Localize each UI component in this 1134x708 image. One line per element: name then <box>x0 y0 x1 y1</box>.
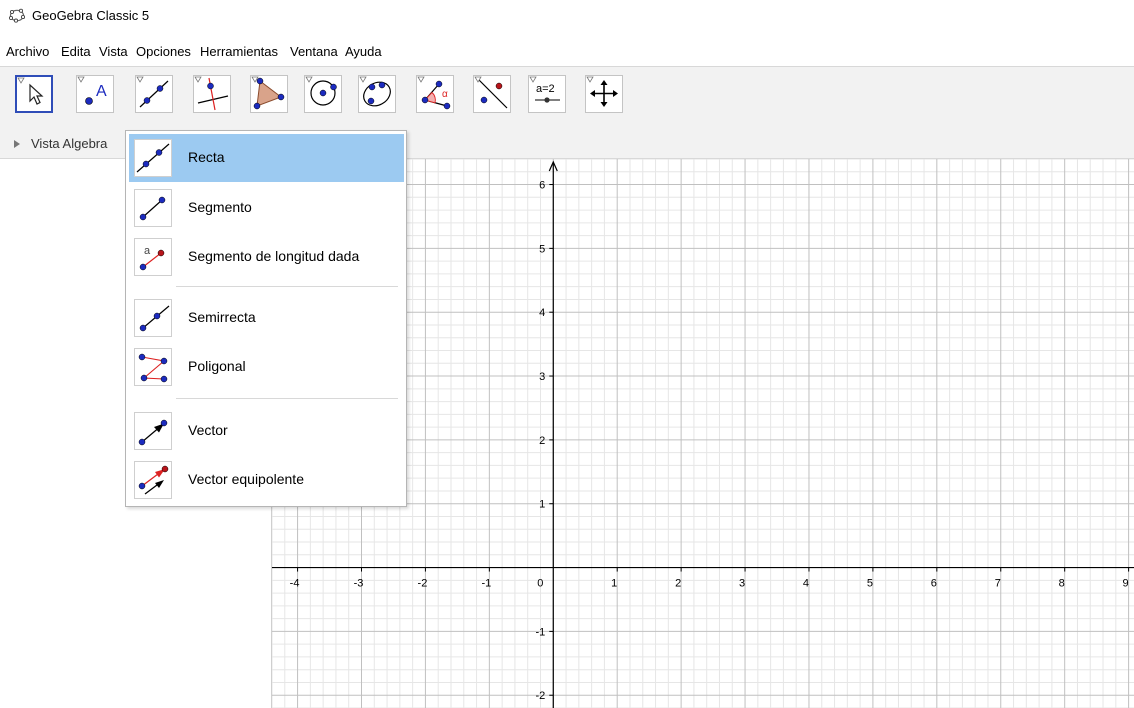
submenu-arrow-icon <box>359 76 367 83</box>
menu-item-label: Vector equipolente <box>188 471 304 487</box>
segment-given-length-icon: a <box>134 238 172 276</box>
menu-item-label: Segmento <box>188 199 252 215</box>
x-tick-label: 1 <box>611 578 617 590</box>
toolbar: A α a=2 <box>0 67 1134 130</box>
x-tick-label: 6 <box>931 578 937 590</box>
menu-archivo[interactable]: Archivo <box>6 44 49 59</box>
y-tick-label: -1 <box>535 626 545 638</box>
circle-tool-button[interactable] <box>304 75 342 113</box>
title-bar: GeoGebra Classic 5 <box>0 0 1134 32</box>
x-tick-label: 3 <box>739 578 745 590</box>
menu-herramientas[interactable]: Herramientas <box>200 44 278 59</box>
angle-alpha-label: α <box>442 89 448 100</box>
submenu-arrow-icon <box>136 76 144 83</box>
submenu-arrow-icon <box>586 76 594 83</box>
polygon-tool-button[interactable] <box>250 75 288 113</box>
vector-icon <box>134 412 172 450</box>
x-tick-label: -4 <box>290 578 300 590</box>
menu-item-segmento-longitud[interactable]: a Segmento de longitud dada <box>129 233 404 281</box>
submenu-arrow-icon <box>417 76 425 83</box>
y-tick-label: 5 <box>539 243 545 255</box>
x-tick-label: 2 <box>675 578 681 590</box>
slider-tool-button[interactable]: a=2 <box>528 75 566 113</box>
menu-item-label: Recta <box>188 149 225 165</box>
x-tick-label: 5 <box>867 578 873 590</box>
menu-edita[interactable]: Edita <box>61 44 91 59</box>
menu-item-semirrecta[interactable]: Semirrecta <box>129 294 404 342</box>
menu-item-label: Poligonal <box>188 358 246 374</box>
y-tick-label: 3 <box>539 371 545 383</box>
menu-item-poligonal[interactable]: Poligonal <box>129 343 404 391</box>
x-tick-label: 7 <box>995 578 1001 590</box>
menu-item-label: Segmento de longitud dada <box>188 248 360 264</box>
y-tick-label: 1 <box>539 499 545 511</box>
geogebra-logo-icon <box>9 8 25 23</box>
x-tick-label: -3 <box>354 578 364 590</box>
move-view-tool-button[interactable] <box>585 75 623 113</box>
menu-item-recta[interactable]: Recta <box>129 134 404 182</box>
x-tick-label: 8 <box>1059 578 1065 590</box>
perpendicular-tool-button[interactable] <box>193 75 231 113</box>
submenu-arrow-icon <box>251 76 259 83</box>
menu-item-label: Vector <box>188 422 228 438</box>
menu-item-vector[interactable]: Vector <box>129 407 404 455</box>
menu-item-label: Semirrecta <box>188 309 256 325</box>
x-tick-label: -1 <box>481 578 491 590</box>
y-tick-label: 2 <box>539 435 545 447</box>
x-tick-label: 0 <box>537 578 543 590</box>
icon-letter-a: a <box>144 245 151 257</box>
angle-tool-button[interactable]: α <box>416 75 454 113</box>
menu-ayuda[interactable]: Ayuda <box>345 44 382 59</box>
menu-bar: Archivo Edita Vista Opciones Herramienta… <box>0 40 1134 60</box>
move-tool-button[interactable] <box>15 75 53 113</box>
x-tick-label: 4 <box>803 578 809 590</box>
submenu-arrow-icon <box>194 76 202 83</box>
submenu-arrow-icon <box>17 77 25 84</box>
line-icon <box>134 139 172 177</box>
polyline-icon <box>134 348 172 386</box>
menu-separator <box>176 286 398 287</box>
submenu-arrow-icon <box>305 76 313 83</box>
point-label-a: A <box>96 83 107 100</box>
line-tool-button[interactable] <box>135 75 173 113</box>
expand-triangle-icon[interactable] <box>13 139 21 149</box>
reflect-tool-button[interactable] <box>473 75 511 113</box>
algebra-view-title[interactable]: Vista Algebra <box>31 136 107 151</box>
conic-tool-button[interactable] <box>358 75 396 113</box>
menu-ventana[interactable]: Ventana <box>290 44 338 59</box>
segment-icon <box>134 189 172 227</box>
submenu-arrow-icon <box>529 76 537 83</box>
x-tick-label: -2 <box>418 578 428 590</box>
menu-opciones[interactable]: Opciones <box>136 44 191 59</box>
submenu-arrow-icon <box>77 76 85 83</box>
x-tick-label: 9 <box>1123 578 1129 590</box>
menu-item-vector-equipolente[interactable]: Vector equipolente <box>129 456 404 504</box>
menu-vista[interactable]: Vista <box>99 44 128 59</box>
ray-icon <box>134 299 172 337</box>
y-tick-label: 4 <box>539 307 545 319</box>
y-tick-label: 6 <box>539 180 545 192</box>
vector-from-point-icon <box>134 461 172 499</box>
line-tools-dropdown: Recta Segmento a Segmento de longitud da… <box>125 130 407 507</box>
slider-value-label: a=2 <box>536 83 555 95</box>
submenu-arrow-icon <box>474 76 482 83</box>
window-title: GeoGebra Classic 5 <box>32 8 150 23</box>
menu-separator <box>176 398 398 399</box>
y-tick-label: -2 <box>535 690 545 702</box>
point-tool-button[interactable]: A <box>76 75 114 113</box>
menu-item-segmento[interactable]: Segmento <box>129 184 404 232</box>
